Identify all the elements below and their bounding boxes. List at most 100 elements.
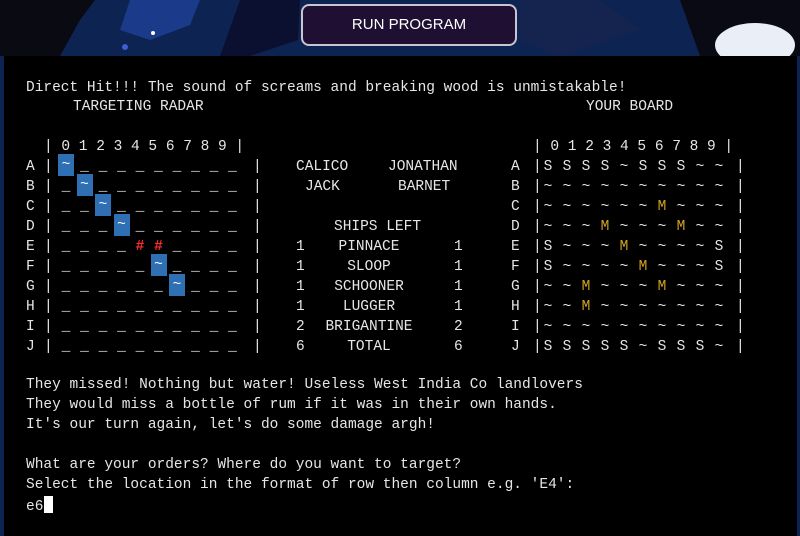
radar-cell: _ <box>98 159 108 175</box>
radar-cell: _ <box>191 279 200 295</box>
grid-border: | <box>44 259 53 275</box>
radar-cell: _ <box>154 219 163 235</box>
radar-cell: _ <box>98 219 108 235</box>
radar-cell: _ <box>61 279 71 295</box>
text-cursor <box>44 496 54 513</box>
board-cell: ~ <box>619 259 629 275</box>
radar-cell: _ <box>228 179 237 195</box>
ships-left-title: SHIPS LEFT <box>334 219 422 235</box>
board-cell-ship: S <box>676 159 686 175</box>
grid-border: | <box>44 219 53 235</box>
board-cell-ship: S <box>695 339 705 355</box>
board-cell: ~ <box>562 279 572 295</box>
board-cell-miss: M <box>657 199 667 215</box>
board-cell: ~ <box>562 179 572 195</box>
board-cell-ship: S <box>543 159 553 175</box>
radar-cell: _ <box>209 219 219 235</box>
radar-cell: _ <box>98 319 108 335</box>
radar-cell: _ <box>135 259 145 275</box>
radar-cell: _ <box>154 299 163 315</box>
row-label: H <box>511 299 520 315</box>
ships-count-right: 6 <box>454 339 463 355</box>
radar-cell: _ <box>61 319 71 335</box>
board-cell: ~ <box>581 179 591 195</box>
ships-count-left: 1 <box>296 259 305 275</box>
board-cell-ship: S <box>581 159 591 175</box>
radar-cell: _ <box>228 279 237 295</box>
radar-cell: _ <box>98 279 108 295</box>
radar-cell: _ <box>228 319 237 335</box>
board-cell: ~ <box>543 219 553 235</box>
board-cell: ~ <box>695 279 705 295</box>
grid-border: | <box>736 239 745 255</box>
row-label: B <box>26 179 35 195</box>
board-cell-ship: S <box>714 239 724 255</box>
radar-cell-miss: ~ <box>150 254 167 276</box>
row-label: G <box>511 279 520 295</box>
ship-name: SLOOP <box>347 259 391 275</box>
board-cell: ~ <box>676 259 686 275</box>
radar-cell: _ <box>228 259 237 275</box>
radar-cell: _ <box>80 299 89 315</box>
board-cell: ~ <box>600 279 610 295</box>
radar-cell: _ <box>209 339 219 355</box>
board-cell-ship: S <box>638 159 648 175</box>
board-cell: ~ <box>543 279 553 295</box>
board-cell-ship: S <box>562 339 572 355</box>
board-cell: ~ <box>695 159 705 175</box>
row-label: F <box>511 259 520 275</box>
radar-cell: _ <box>135 279 145 295</box>
board-cell-miss: M <box>581 299 591 315</box>
radar-cell: _ <box>154 199 163 215</box>
board-cell: ~ <box>543 199 553 215</box>
player-name: BARNET <box>398 179 451 195</box>
board-cell-miss: M <box>638 259 648 275</box>
board-cell: ~ <box>543 179 553 195</box>
board-cell: ~ <box>638 299 648 315</box>
row-label: B <box>511 179 520 195</box>
grid-border: | <box>736 199 745 215</box>
board-cell: ~ <box>714 219 724 235</box>
terminal-output[interactable]: Direct Hit!!! The sound of screams and b… <box>4 56 797 536</box>
row-label: I <box>511 319 520 335</box>
prompt-line: What are your orders? Where do you want … <box>26 457 462 473</box>
radar-cell: _ <box>228 159 237 175</box>
radar-cell: _ <box>191 219 200 235</box>
board-cell: ~ <box>657 239 667 255</box>
grid-border: | <box>44 319 53 335</box>
ships-count-right: 1 <box>454 299 463 315</box>
radar-cell: _ <box>135 199 145 215</box>
board-cell-miss: M <box>581 279 591 295</box>
board-cell: ~ <box>657 259 667 275</box>
radar-cell: _ <box>172 239 182 255</box>
grid-border: | <box>736 339 745 355</box>
ship-name: TOTAL <box>347 339 391 355</box>
row-label: A <box>511 159 520 175</box>
radar-cell: _ <box>61 299 71 315</box>
radar-cell: _ <box>80 219 89 235</box>
radar-cell: _ <box>154 279 163 295</box>
board-cell-ship: S <box>543 339 553 355</box>
board-cell: ~ <box>562 299 572 315</box>
radar-cell: _ <box>209 279 219 295</box>
board-column-header: | 0 1 2 3 4 5 6 7 8 9 | <box>533 139 734 155</box>
grid-border: | <box>44 239 53 255</box>
radar-cell: _ <box>80 259 89 275</box>
radar-cell: _ <box>228 299 237 315</box>
ships-count-right: 1 <box>454 239 463 255</box>
radar-cell: _ <box>172 299 182 315</box>
radar-cell: _ <box>191 339 200 355</box>
run-program-button[interactable]: RUN PROGRAM <box>301 4 517 46</box>
board-cell: ~ <box>714 179 724 195</box>
grid-border: | <box>253 199 262 215</box>
board-cell: ~ <box>695 299 705 315</box>
radar-cell: _ <box>228 239 237 255</box>
radar-cell: _ <box>172 339 182 355</box>
board-cell: ~ <box>638 239 648 255</box>
radar-cell: _ <box>117 319 126 335</box>
message-line: They would miss a bottle of rum if it wa… <box>26 397 557 413</box>
board-cell: ~ <box>600 319 610 335</box>
row-label: C <box>26 199 35 215</box>
command-input[interactable]: e6 <box>26 496 54 515</box>
ships-count-left: 1 <box>296 239 305 255</box>
